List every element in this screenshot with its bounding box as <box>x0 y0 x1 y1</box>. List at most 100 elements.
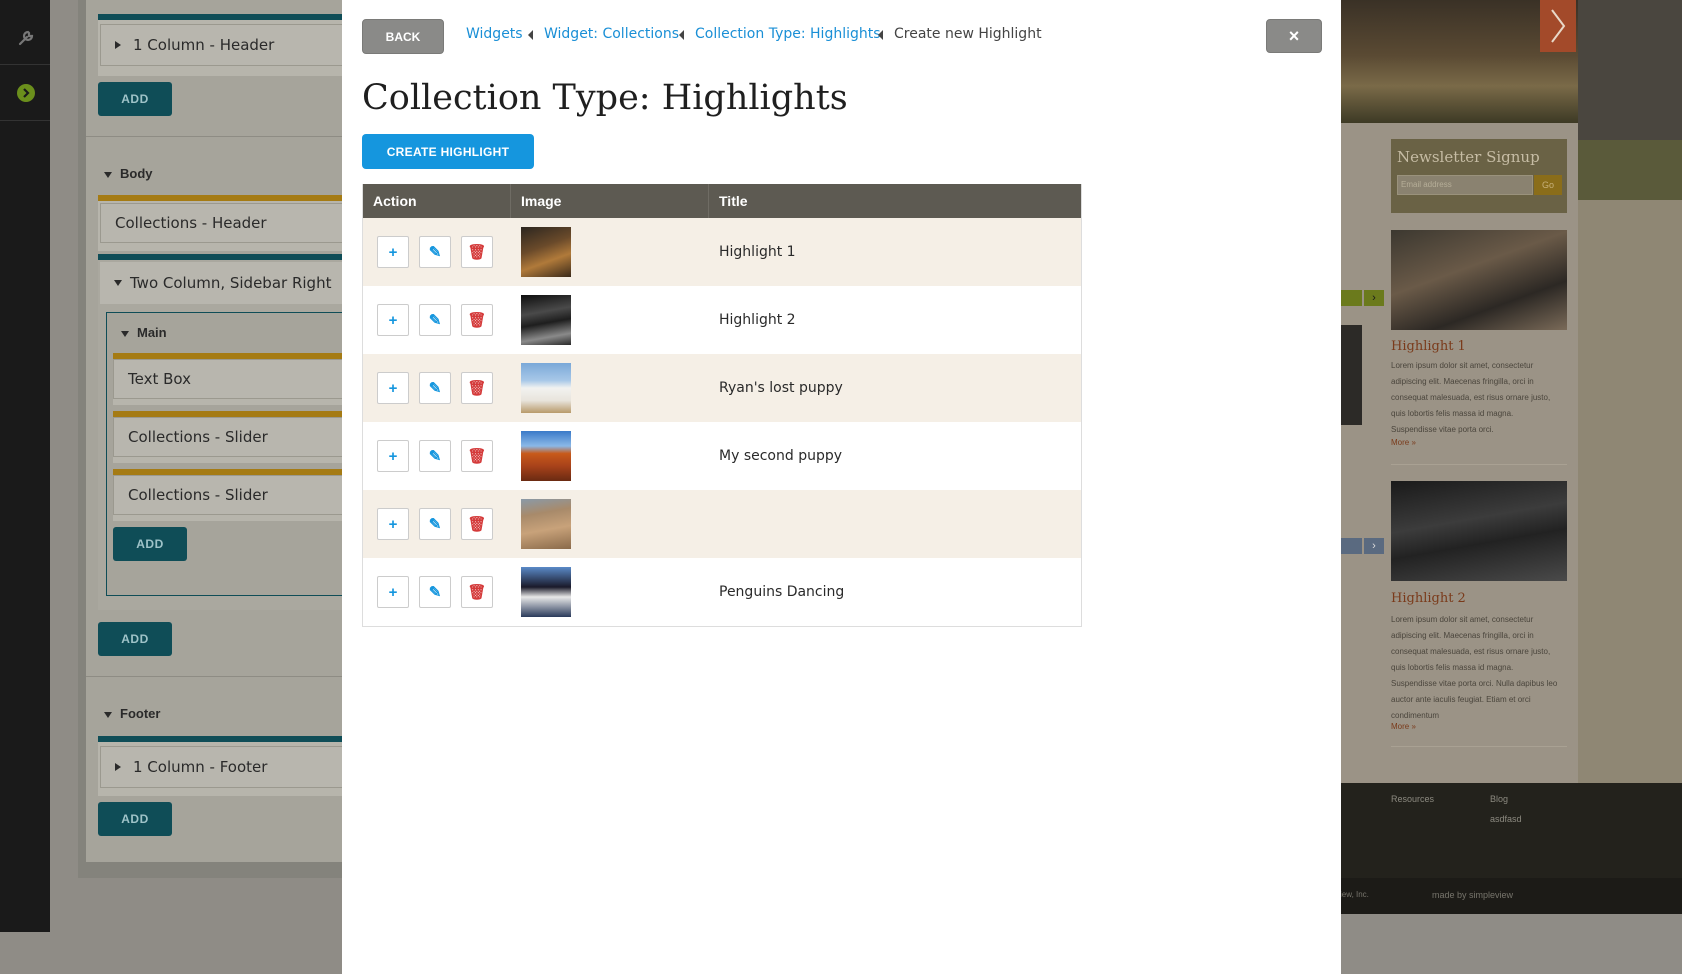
add-button[interactable]: ADD <box>98 622 172 656</box>
block-two-column[interactable]: Two Column, Sidebar Right <box>100 262 348 304</box>
edit-pencil-icon[interactable]: ✎ <box>419 440 451 472</box>
highlight1-title[interactable]: Highlight 1 <box>1391 339 1466 354</box>
block-label: 1 Column - Footer <box>133 758 268 776</box>
block-footer-card[interactable]: 1 Column - Footer <box>100 746 348 788</box>
thumbnail-red-rock <box>521 431 571 481</box>
back-button[interactable]: BACK <box>362 19 444 54</box>
breadcrumb-caret-icon <box>878 30 883 40</box>
more-link[interactable]: More » <box>1391 438 1416 447</box>
arrow-circle-icon[interactable] <box>15 82 37 104</box>
highlights-table: Action Image Title + ✎ 🗑 Highlight 1 + ✎ 🗑 H… <box>362 184 1082 627</box>
add-icon[interactable]: + <box>377 236 409 268</box>
table-row: + ✎ 🗑 Penguins Dancing <box>363 558 1081 626</box>
delete-trash-icon[interactable]: 🗑 <box>461 440 493 472</box>
footer-region: 1 Column - Footer <box>98 736 348 796</box>
footer-resources[interactable]: Resources <box>1391 794 1434 804</box>
edit-pencil-icon[interactable]: ✎ <box>419 236 451 268</box>
block-text-box[interactable]: Text Box <box>113 359 349 399</box>
close-button[interactable]: × <box>1266 19 1322 53</box>
table-header: Action Image Title <box>363 184 1081 218</box>
column-header-action: Action <box>363 184 511 218</box>
modal-dialog: BACK Widgets Widget: Collections Collect… <box>342 0 1341 974</box>
page-title: Collection Type: Highlights <box>362 78 848 118</box>
add-icon[interactable]: + <box>377 508 409 540</box>
next-arrow-icon[interactable] <box>1540 0 1576 52</box>
breadcrumb-widget-collections[interactable]: Widget: Collections <box>544 26 679 42</box>
site-subfooter: iew, Inc. made by simpleview <box>1340 878 1682 914</box>
row-title: My second puppy <box>719 448 843 464</box>
thumbnail-restaurant <box>521 295 571 345</box>
highlight2-title[interactable]: Highlight 2 <box>1391 591 1466 606</box>
section-label: Body <box>120 166 153 181</box>
highlight2-text: Lorem ipsum dolor sit amet, consectetur … <box>1391 615 1558 720</box>
edit-pencil-icon[interactable]: ✎ <box>419 576 451 608</box>
email-input[interactable]: Email address <box>1397 175 1533 195</box>
section-footer[interactable]: Footer <box>104 706 160 721</box>
table-row: + ✎ 🗑 Highlight 2 <box>363 286 1081 354</box>
two-column-region: Two Column, Sidebar Right Main Text Box … <box>98 254 350 610</box>
newsletter-title: Newsletter Signup <box>1397 148 1540 166</box>
site-footer: Resources Blog asdfasd <box>1340 783 1682 883</box>
add-icon[interactable]: + <box>377 372 409 404</box>
collapse-caret-icon <box>104 171 112 178</box>
expand-caret-icon[interactable] <box>115 41 121 49</box>
row-title: Penguins Dancing <box>719 584 845 600</box>
block-label: Two Column, Sidebar Right <box>130 274 332 292</box>
thumbnail-desert-cyclist <box>521 499 571 549</box>
edit-pencil-icon[interactable]: ✎ <box>419 304 451 336</box>
slider-region: Collections - Slider <box>113 411 349 463</box>
breadcrumb-current: Create new Highlight <box>894 26 1042 42</box>
add-button[interactable]: ADD <box>98 82 172 116</box>
delete-trash-icon[interactable]: 🗑 <box>461 372 493 404</box>
footer-blog-item[interactable]: asdfasd <box>1490 814 1522 824</box>
collapse-caret-icon <box>114 280 122 286</box>
delete-trash-icon[interactable]: 🗑 <box>461 576 493 608</box>
add-icon[interactable]: + <box>377 440 409 472</box>
highlight2-image <box>1391 481 1567 581</box>
section-label: Footer <box>120 706 161 721</box>
breadcrumb-caret-icon <box>528 30 533 40</box>
section-main[interactable]: Main <box>121 325 167 340</box>
highlight1-text: Lorem ipsum dolor sit amet, consectetur … <box>1391 361 1551 434</box>
add-icon[interactable]: + <box>377 576 409 608</box>
block-slider-2[interactable]: Collections - Slider <box>113 475 349 515</box>
edit-pencil-icon[interactable]: ✎ <box>419 508 451 540</box>
block-header-card[interactable]: 1 Column - Header <box>100 24 348 66</box>
layout-builder-panel: 1 Column - Header ADD Body Collections -… <box>78 0 350 878</box>
builder-inner: 1 Column - Header ADD Body Collections -… <box>86 0 350 862</box>
table-row: + ✎ 🗑 My second puppy <box>363 422 1081 490</box>
highlight1-image <box>1391 230 1567 330</box>
column-header-image: Image <box>511 184 709 218</box>
close-icon: × <box>1288 25 1300 46</box>
thumbnail-penguins <box>521 567 571 617</box>
create-highlight-button[interactable]: CREATE HIGHLIGHT <box>362 134 534 169</box>
block-label: 1 Column - Header <box>133 36 275 54</box>
section-body[interactable]: Body <box>104 166 153 181</box>
thumbnail-mission <box>521 363 571 413</box>
block-slider-1[interactable]: Collections - Slider <box>113 417 349 457</box>
footer-blog[interactable]: Blog <box>1490 794 1508 804</box>
table-row: + ✎ 🗑 <box>363 490 1081 558</box>
wrench-icon[interactable] <box>15 27 37 49</box>
breadcrumb-collection-type[interactable]: Collection Type: Highlights <box>695 26 881 42</box>
collapse-caret-icon <box>104 711 112 718</box>
add-icon[interactable]: + <box>377 304 409 336</box>
add-button[interactable]: ADD <box>113 527 187 561</box>
edit-pencil-icon[interactable]: ✎ <box>419 372 451 404</box>
column-header-title: Title <box>719 193 748 209</box>
go-button[interactable]: Go <box>1534 175 1562 195</box>
block-collections-header[interactable]: Collections - Header <box>100 203 348 243</box>
table-row: + ✎ 🗑 Ryan's lost puppy <box>363 354 1081 422</box>
row-title: Ryan's lost puppy <box>719 380 843 396</box>
main-column: Main Text Box Collections - Slider Colle… <box>106 312 350 596</box>
expand-caret-icon[interactable] <box>115 763 121 771</box>
newsletter-box: Newsletter Signup Email address Go <box>1391 139 1567 213</box>
collapse-caret-icon <box>121 330 129 337</box>
row-title: Highlight 2 <box>719 312 796 328</box>
delete-trash-icon[interactable]: 🗑 <box>461 236 493 268</box>
breadcrumb-widgets[interactable]: Widgets <box>466 26 523 42</box>
more-link[interactable]: More » <box>1391 722 1416 731</box>
delete-trash-icon[interactable]: 🗑 <box>461 304 493 336</box>
delete-trash-icon[interactable]: 🗑 <box>461 508 493 540</box>
add-button[interactable]: ADD <box>98 802 172 836</box>
